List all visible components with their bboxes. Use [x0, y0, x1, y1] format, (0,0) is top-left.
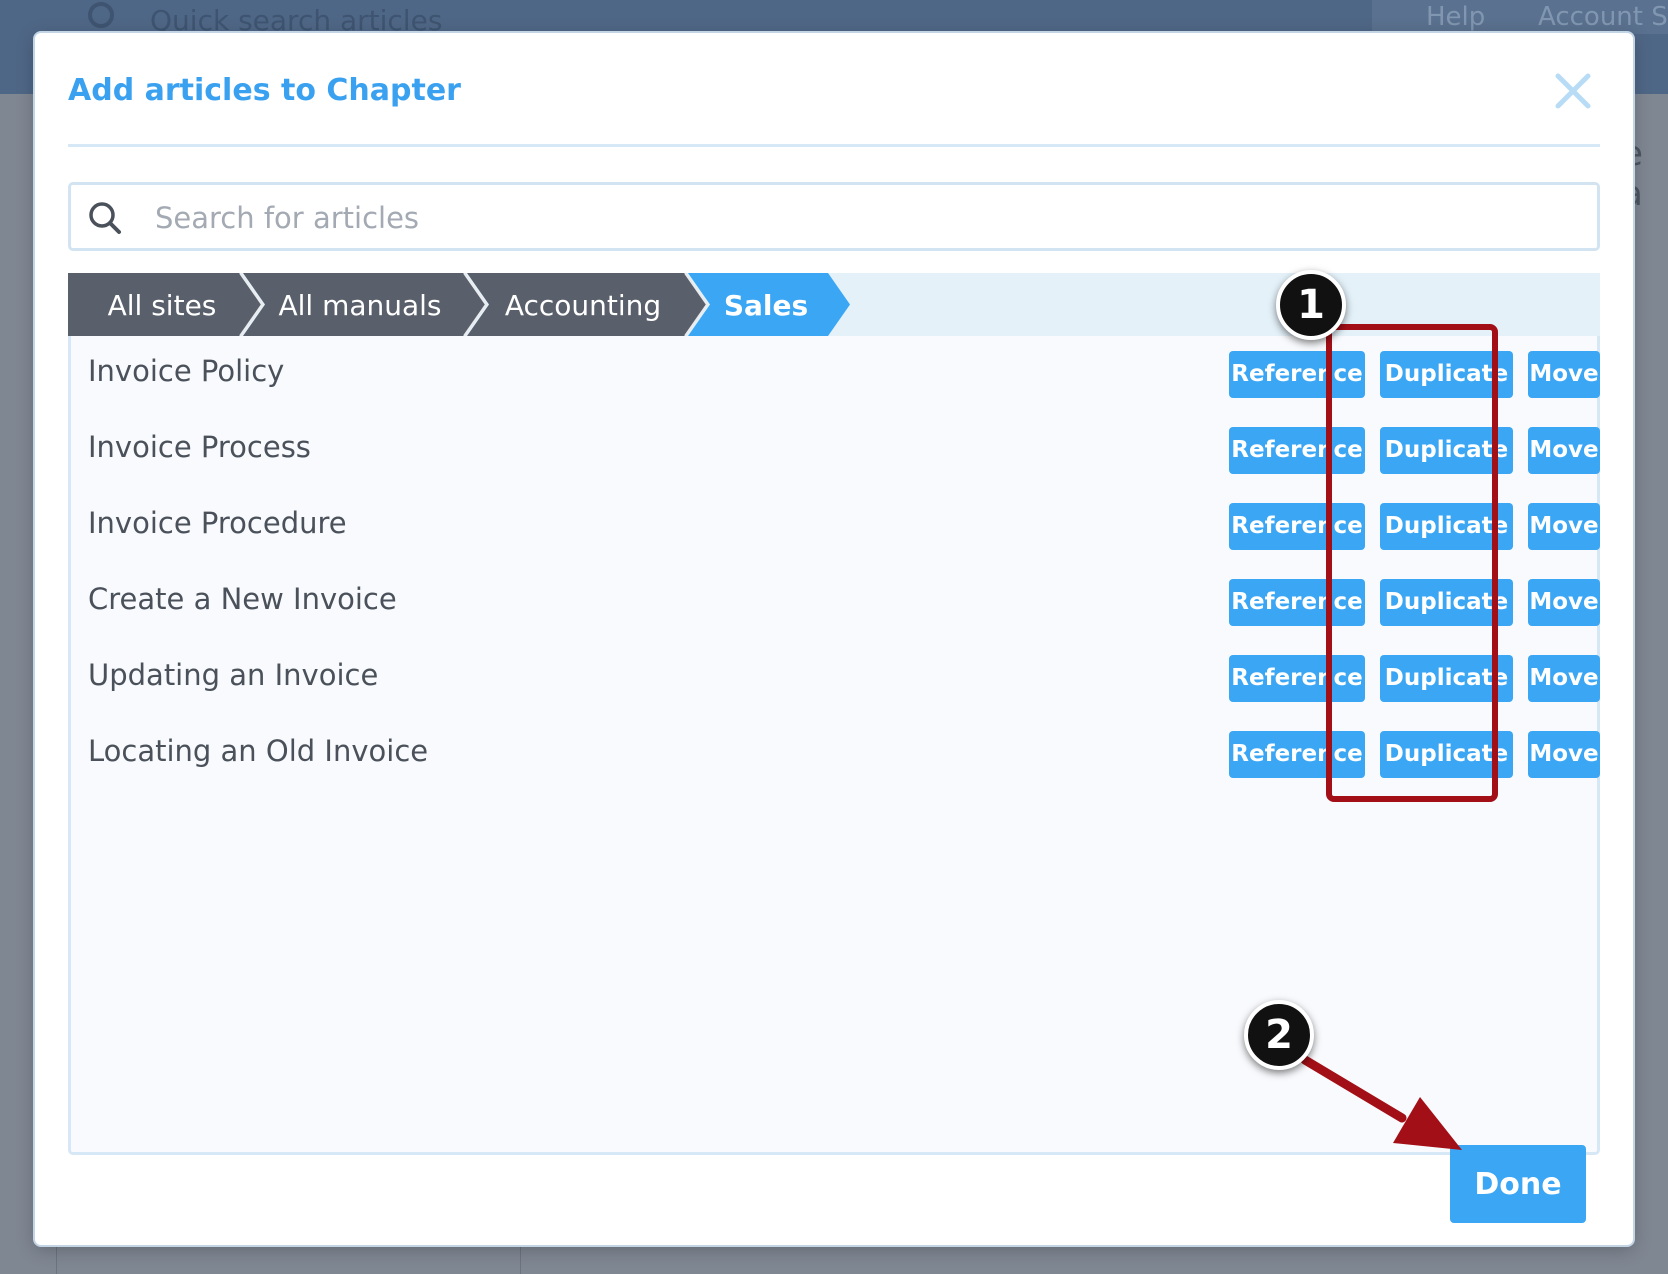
- step-badge-2: 2: [1244, 1000, 1314, 1070]
- arrow-icon: [1300, 1055, 1462, 1150]
